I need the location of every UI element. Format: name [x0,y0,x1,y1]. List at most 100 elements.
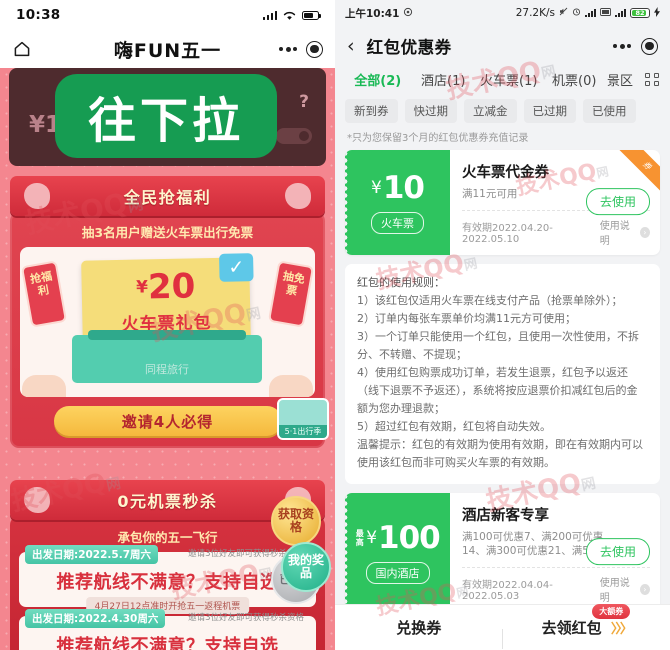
right-status-left: 上午10:41 [345,6,413,21]
eye-icon [403,7,413,20]
flight-invite-tag: 邀请3位好友即可获得秒杀资格 [188,613,304,623]
coupon-kind-badge: 火车票 [371,212,424,234]
coupon-info: 火车票代金券 满11元可用 有效期2022.04.20-2022.05.10 使… [450,150,660,255]
coupon-amount: 100 [378,520,441,556]
tab-flight[interactable]: 机票(0) [542,70,608,89]
my-prizes-button[interactable]: 我的奖品 [281,542,331,592]
rules-heading: 红包的使用规则： [357,276,445,289]
tab-train[interactable]: 火车票(1) [476,70,542,89]
pull-down-overlay-button[interactable]: 往下拉 [55,74,277,158]
sim-icon [600,7,611,19]
season-badge-label: 5·1出行季 [279,425,327,438]
coupon-explain-link[interactable]: 使用说明 › [600,574,650,604]
check-icon: ✓ [219,253,254,282]
coupon-amount-row: ¥ 10 [371,171,425,205]
tab-scenic[interactable]: 景区 [607,70,641,89]
coupon-footer: 有效期2022.04.20-2022.05.10 使用说明 › [462,210,650,247]
coupon-info: 酒店新客专享 满100可优惠7、满200可优惠14、满300可优惠21、满500… [450,493,660,612]
coupon-explain-label: 使用说明 [599,221,630,247]
ticket-currency: ¥ [135,277,149,298]
charging-bolt-icon [654,6,660,20]
phone-right-graphic: 抽免票 [267,260,315,328]
more-dots-icon[interactable] [613,43,631,49]
coupon-currency: ¥ [371,178,382,198]
invite-cta-button[interactable]: 邀请4人必得 [53,406,282,436]
ticket-value: 20 [147,266,196,308]
flight-headline: 推荐航线不满意？支持自选 [56,572,279,593]
chip-used[interactable]: 已使用 [583,99,636,123]
use-coupon-button[interactable]: 去使用 [585,537,650,565]
flash-sale-subtitle: 承包你的五一飞行 [117,530,218,545]
chip-expiring[interactable]: 快过期 [404,99,457,123]
welfare-subtitle: 抽3名用户赠送火车票出行免票 [81,225,254,240]
left-status-time: 10:38 [16,7,61,23]
dimmed-toggle [276,128,312,144]
chip-expired[interactable]: 已过期 [523,99,576,123]
wifi-icon [283,10,296,20]
rules-item: 5）超过红包有效期，红包将自动失效。 [357,420,551,433]
rules-item: 2）订单内每张车票单价均满11元方可使用； [357,312,576,325]
battery-icon [302,10,321,20]
chip-new[interactable]: 新到券 [345,99,398,123]
welfare-banner: 全民抢福利 [10,176,325,216]
retention-note: *只为您保留3个月的红包优惠券充值记录 [347,133,529,144]
chevron-down-icon: › [639,226,650,238]
coupon-amount-row: 最高 ¥ 100 [355,520,441,556]
coupon-rules: 红包的使用规则： 1）该红包仅适用火车票在线支付产品（抢票单除外）； 2）订单内… [345,264,660,484]
right-nav-actions [613,37,658,55]
coupon-title: 酒店新客专享 [462,508,549,524]
tab-all[interactable]: 全部(2) [345,70,411,89]
hand-right-graphic [269,375,313,397]
right-page-title: 红包优惠券 [366,38,452,57]
box-brand-label: 同程旅行 [145,363,189,376]
flight-date-tag: 出发日期:2022.4.30周六 [25,609,166,628]
get-red-packet-label: 去领红包 [541,619,602,637]
left-status-icons [262,10,321,20]
home-icon[interactable] [12,39,32,59]
coupon-amount-box: ¥ 10 火车票 [345,150,450,255]
flight-row[interactable]: 出发日期:2022.4.30周六 邀请3位好友即可获得秒杀资格 推荐航线不满意？… [19,609,316,650]
welfare-banner-label: 全民抢福利 [123,188,212,207]
signal-bars-icon [262,10,277,20]
battery-icon: 82 [630,8,650,18]
more-dots-icon[interactable] [279,46,297,52]
category-tabs: 全部(2) 酒店(1) 火车票(1) 机票(0) 景区 [335,66,670,91]
tab-hotel[interactable]: 酒店(1) [411,70,477,89]
coupon-card[interactable]: ¥ 10 火车票 火车票代金券 满11元可用 有效期2022.04.20-202… [345,150,660,255]
rules-tip: 温馨提示：红包的有效期为使用有效期，即在有效期内可以使用该红包而非可购买火车票的… [357,438,643,469]
target-icon[interactable] [641,37,658,55]
right-phone-panel: 上午10:41 27.2K/s 82 ‹ 红包优惠券 全部(2) 酒店(1) 火… [335,0,670,650]
get-red-packet-button[interactable]: 去领红包 〉〉〉 大额券 [503,604,670,638]
signal-bars-icon-1 [585,9,596,17]
get-qualification-button[interactable]: 获取资格 [271,496,321,546]
exchange-coupon-button[interactable]: 兑换券 [335,617,503,649]
flash-sale-banner-label: 0元机票秒杀 [117,492,218,511]
coupon-currency: ¥ [366,528,378,548]
welfare-panel: 抽3名用户赠送火车票出行免票 抢福利 抽免票 ¥20 火车票礼包 ✓ 同程旅行 … [10,212,329,448]
coupon-explain-link[interactable]: 使用说明 › [600,217,650,247]
welfare-stage: 抢福利 抽免票 ¥20 火车票礼包 ✓ 同程旅行 [20,247,315,397]
left-phone-panel: 10:38 嗨FUN五一 ¥10 ? 往下拉 全民抢福利 抽3名用户赠送火车票出… [0,0,335,650]
coupon-validity: 有效期2022.04.20-2022.05.10 [462,223,553,245]
coupon-amount-box: 最高 ¥ 100 国内酒店 [345,493,450,612]
left-nav-actions [279,40,323,58]
network-speed: 27.2K/s [515,7,555,19]
dimmed-question: ? [299,92,309,112]
signal-bars-icon-2 [615,9,626,17]
invite-cta-label: 邀请4人必得 [121,412,214,431]
chevron-down-icon: › [639,583,650,595]
gift-box-graphic: 同程旅行 [72,330,262,383]
season-badge[interactable]: 5·1出行季 [277,398,329,440]
flight-headline: 推荐航线不满意？支持自选 [56,636,279,650]
coupon-explain-label: 使用说明 [599,578,630,604]
chip-instant-discount[interactable]: 立减金 [464,99,517,123]
hand-left-graphic [22,375,66,397]
pull-down-label: 往下拉 [87,93,244,149]
target-icon[interactable] [306,40,323,58]
coupon-card[interactable]: 最高 ¥ 100 国内酒店 酒店新客专享 满100可优惠7、满200可优惠14、… [345,493,660,612]
welfare-section: 全民抢福利 抽3名用户赠送火车票出行免票 抢福利 抽免票 ¥20 火车票礼包 ✓… [10,176,329,468]
coupon-validity: 有效期2022.04.04-2022.05.03 [462,580,553,602]
grid-expand-icon[interactable] [645,73,660,86]
mute-icon [559,7,568,19]
back-chevron-icon[interactable]: ‹ [347,36,355,56]
